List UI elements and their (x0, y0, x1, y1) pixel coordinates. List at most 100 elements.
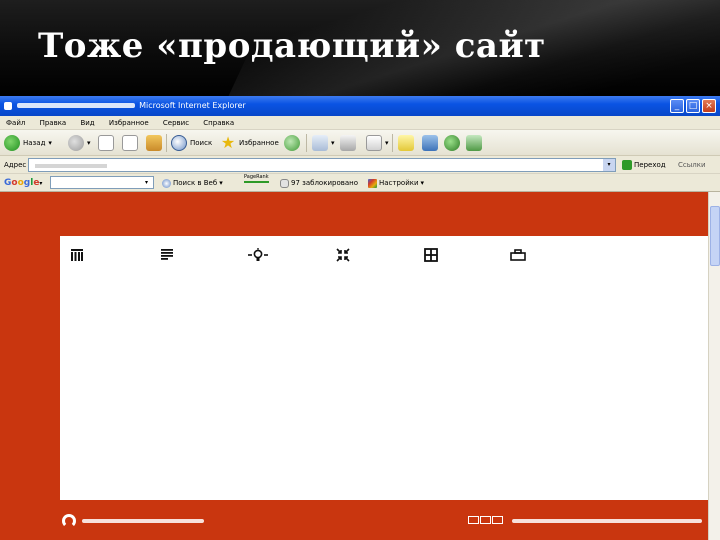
media-icon (444, 135, 460, 151)
popups-blocked-label: 97 заблокировано (291, 179, 358, 187)
blurred-footer-text (512, 519, 702, 523)
toolbar-separator (166, 134, 167, 152)
edit-button[interactable]: ▾ (366, 134, 389, 152)
search-label: Поиск (190, 139, 213, 147)
address-bar: Адрес ▾ Переход Ссылки (0, 156, 720, 174)
title-bar: Microsoft Internet Explorer _ □ × (0, 96, 720, 116)
history-button[interactable] (284, 134, 300, 152)
blurred-page-title (16, 103, 135, 108)
star-icon: ★ (220, 133, 236, 152)
maximize-button[interactable]: □ (686, 99, 700, 113)
go-arrow-icon (622, 160, 632, 170)
close-button[interactable]: × (702, 99, 716, 113)
columns-icon[interactable] (70, 248, 84, 262)
address-input[interactable]: ▾ (28, 158, 616, 172)
blurred-url (35, 164, 107, 168)
chevron-down-icon: ▾ (87, 139, 91, 147)
forward-arrow-icon (68, 135, 84, 151)
tools-icon (466, 135, 482, 151)
tools-button[interactable] (466, 134, 482, 152)
mail-button[interactable]: ▾ (312, 134, 335, 152)
chevron-down-icon: ▾ (331, 139, 335, 147)
chevron-down-icon: ▾ (420, 179, 425, 187)
favorites-button[interactable]: ★ Избранное (220, 134, 279, 152)
edit-icon (366, 135, 382, 151)
case-icon[interactable] (510, 248, 526, 262)
pagerank-label: PageRank (244, 174, 269, 183)
back-button[interactable]: Назад ▾ (4, 134, 52, 152)
menu-edit[interactable]: Правка (40, 116, 67, 130)
settings-label: Настройки (379, 179, 419, 187)
refresh-button[interactable] (122, 134, 138, 152)
print-button[interactable] (340, 134, 356, 152)
search-icon (171, 135, 187, 151)
search-button[interactable]: Поиск (171, 134, 212, 152)
network-icon (422, 135, 438, 151)
list-icon[interactable] (160, 248, 174, 262)
chevron-down-icon[interactable]: ▾ (145, 174, 148, 192)
menu-bar: Файл Правка Вид Избранное Сервис Справка (0, 116, 720, 130)
grid-icon[interactable] (424, 248, 438, 262)
slide-header: Тоже «продающий» сайт (0, 0, 720, 96)
toolbar: Назад ▾ ▾ Поиск ★ Избранное ▾ ▾ (0, 130, 720, 156)
google-toolbar: Google▾ ▾ Поиск в Веб ▾ PageRank 97 забл… (0, 174, 720, 192)
popup-blocker[interactable]: 97 заблокировано (280, 174, 358, 192)
content-panel (60, 236, 708, 500)
chevron-down-icon[interactable]: ▾ (603, 159, 615, 171)
go-button[interactable]: Переход (622, 156, 666, 174)
history-icon (284, 135, 300, 151)
footer-button[interactable] (480, 516, 491, 524)
home-button[interactable] (146, 134, 162, 152)
pagerank-indicator[interactable]: PageRank (244, 174, 269, 183)
ie-icon (4, 101, 12, 110)
popup-blocker-icon (280, 178, 289, 188)
toolbar-separator (306, 134, 307, 152)
slide-title: Тоже «продающий» сайт (38, 26, 546, 66)
messenger-button[interactable] (422, 134, 438, 152)
printer-icon (340, 135, 356, 151)
footer-button[interactable] (468, 516, 479, 524)
chevron-down-icon: ▾ (385, 139, 389, 147)
search-web-label: Поиск в Веб (173, 179, 218, 187)
media-button[interactable] (444, 134, 460, 152)
minimize-button[interactable]: _ (670, 99, 684, 113)
address-label: Адрес (4, 161, 27, 169)
mail-icon (312, 135, 328, 151)
blurred-footer-text (82, 519, 204, 523)
menu-file[interactable]: Файл (6, 116, 25, 130)
stop-button[interactable] (98, 134, 114, 152)
toolbar-separator (392, 134, 393, 152)
search-web-button[interactable]: Поиск в Веб ▾ (162, 174, 223, 192)
back-label: Назад (23, 139, 46, 147)
window-title: Microsoft Internet Explorer (139, 101, 246, 110)
home-icon (146, 135, 162, 151)
google-search-input[interactable] (50, 176, 154, 189)
folder-icon (398, 135, 414, 151)
forward-button[interactable]: ▾ (68, 134, 91, 152)
scroll-thumb[interactable] (710, 206, 720, 266)
browser-window: Microsoft Internet Explorer _ □ × Файл П… (0, 96, 720, 540)
discuss-button[interactable] (398, 134, 414, 152)
menu-favorites[interactable]: Избранное (109, 116, 149, 130)
chevron-down-icon: ▾ (48, 139, 52, 147)
favorites-label: Избранное (239, 139, 279, 147)
settings-button[interactable]: Настройки ▾ (368, 174, 424, 192)
chevron-down-icon: ▾ (39, 180, 43, 187)
menu-view[interactable]: Вид (80, 116, 94, 130)
google-logo[interactable]: Google▾ (4, 174, 42, 193)
search-icon (162, 178, 171, 188)
back-arrow-icon (4, 135, 20, 151)
chevron-down-icon: ▾ (219, 179, 223, 187)
vertical-scrollbar[interactable] (708, 192, 720, 540)
menu-tools[interactable]: Сервис (163, 116, 189, 130)
menu-help[interactable]: Справка (203, 116, 234, 130)
footer-button[interactable] (492, 516, 503, 524)
footer-logo-icon[interactable] (62, 514, 76, 528)
page-viewport (0, 192, 708, 540)
settings-icon (368, 178, 377, 188)
go-label: Переход (634, 161, 666, 169)
stop-icon (98, 135, 114, 151)
links-label[interactable]: Ссылки (678, 156, 706, 174)
shrink-icon[interactable] (336, 248, 350, 262)
bulb-icon[interactable] (248, 248, 268, 262)
